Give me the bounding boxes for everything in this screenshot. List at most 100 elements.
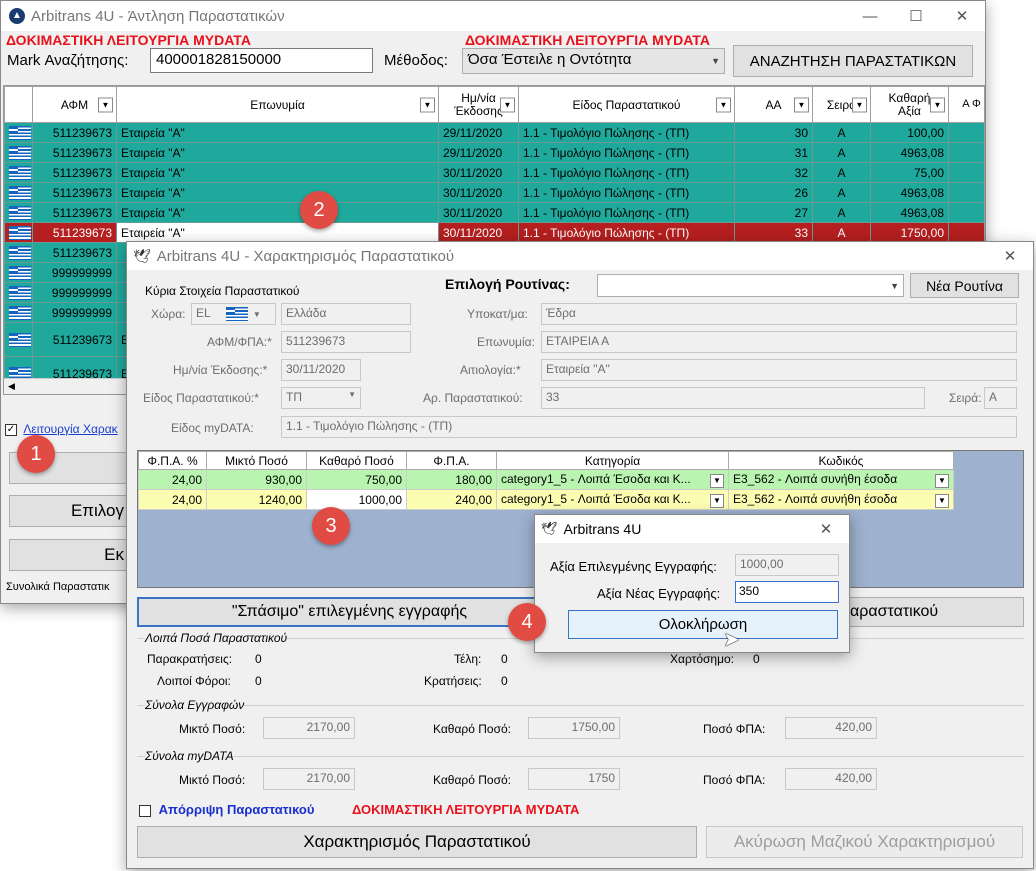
- date-field: 30/11/2020: [281, 359, 361, 381]
- filter-dropdown-icon[interactable]: ▼: [716, 97, 731, 112]
- minimize-button[interactable]: —: [847, 1, 893, 31]
- country-name-field: Ελλάδα: [281, 303, 411, 325]
- col-doc-type[interactable]: Είδος Παραστατικού ▼: [518, 86, 735, 123]
- chevron-down-icon[interactable]: ▼: [935, 473, 949, 488]
- main-titlebar: ▲ Arbitrans 4U - Άντληση Παραστατικών — …: [1, 1, 985, 31]
- grid-header-row: ΑΦΜ ▼ Επωνυμία ▼ Ημ/νία Έκδοσης ▼ Είδος Παρ…: [4, 86, 984, 123]
- col-afm[interactable]: ΑΦΜ ▼: [32, 86, 117, 123]
- method-select[interactable]: Όσα Έστειλε η Οντότητα ▼: [462, 48, 725, 74]
- step-badge-3: 3: [312, 507, 350, 545]
- entries-totals-title: Σύνολα Εγγραφών: [145, 698, 245, 712]
- func-link[interactable]: Λειτουργία Χαρακ: [23, 422, 117, 436]
- chevron-down-icon: ▼: [711, 56, 720, 66]
- line-item-row[interactable]: 24,00 930,00 750,00 180,00 category1_5 -…: [138, 469, 954, 490]
- popup-close-button[interactable]: ✕: [803, 515, 849, 543]
- col-net: Καθαρό Ποσό: [306, 451, 407, 470]
- mydata-type-field: 1.1 - Τιμολόγιο Πώλησης - (ΤΠ): [281, 416, 1017, 438]
- mark-label: Mark Αναζήτησης:: [7, 52, 129, 69]
- complete-button[interactable]: Ολοκλήρωση: [568, 610, 838, 639]
- grid-corner: [4, 86, 33, 123]
- doc-no-field: 33: [541, 387, 925, 409]
- entries-net-field: 1750,00: [528, 717, 620, 739]
- filter-dropdown-icon[interactable]: ▼: [852, 97, 867, 112]
- routine-select[interactable]: ▼: [597, 274, 904, 297]
- greece-flag-icon: [9, 185, 31, 200]
- mydata-gross-field: 2170,00: [263, 768, 355, 790]
- new-value-input[interactable]: 350: [735, 581, 839, 603]
- main-ek-button[interactable]: Εκ: [9, 539, 129, 571]
- line-item-row-selected[interactable]: 24,00 1240,00 1000,00 240,00 category1_5…: [138, 489, 954, 510]
- characterize-button[interactable]: Χαρακτηρισμός Παραστατικού: [137, 826, 697, 858]
- dialog-titlebar: 🕊 Arbitrans 4U - Χαρακτηρισμός Παραστατι…: [127, 242, 1033, 270]
- mark-search-input[interactable]: 400001828150000: [150, 48, 373, 73]
- col-category: Κατηγορία: [496, 451, 729, 470]
- chevron-down-icon[interactable]: ▼: [710, 493, 724, 508]
- arbitrans-bird-icon: 🕊: [133, 247, 151, 264]
- greece-flag-icon: [225, 306, 248, 321]
- new-routine-button[interactable]: Νέα Ρουτίνα: [910, 273, 1019, 298]
- table-row[interactable]: 511239673 Εταιρεία "Α" 30/11/2020 1.1 - Τιμ…: [4, 202, 984, 223]
- main-select-button[interactable]: Επιλογ: [9, 495, 129, 527]
- col-extra[interactable]: Α Φ: [948, 86, 984, 123]
- table-row[interactable]: 511239673 Εταιρεία "Α" 29/11/2020 1.1 - Τιμ…: [4, 122, 984, 143]
- cancel-bulk-button[interactable]: Ακύρωση Μαζικού Χαρακτηρισμού: [706, 826, 1023, 858]
- col-name[interactable]: Επωνυμία ▼: [116, 86, 439, 123]
- other-taxes-label: Λοιποί Φόροι:: [157, 674, 231, 688]
- close-button[interactable]: ✕: [939, 1, 985, 31]
- split-entry-button[interactable]: "Σπάσιμο" επιλεγμένης εγγραφής: [137, 597, 562, 627]
- filter-dropdown-icon[interactable]: ▼: [98, 97, 113, 112]
- selected-value-field: 1000,00: [735, 554, 839, 576]
- step-badge-1: 1: [17, 435, 55, 473]
- chevron-down-icon[interactable]: ▼: [935, 493, 949, 508]
- dialog-close-button[interactable]: ✕: [987, 242, 1033, 270]
- chevron-down-icon[interactable]: ▼: [710, 473, 724, 488]
- mouse-cursor-icon: ➤: [723, 629, 740, 651]
- main-details-title: Κύρια Στοιχεία Παραστατικού: [145, 284, 300, 298]
- greece-flag-icon: [9, 285, 31, 300]
- test-banner-right: ΔΟΚΙΜΑΣΤΙΚΗ ΛΕΙΤΟΥΡΓΙΑ MYDATA: [465, 32, 710, 48]
- table-row[interactable]: 511239673 Εταιρεία "Α" 30/11/2020 1.1 - Τιμ…: [4, 182, 984, 203]
- col-gross: Μικτό Ποσό: [206, 451, 307, 470]
- col-net[interactable]: Καθαρή Αξία ▼: [870, 86, 949, 123]
- greece-flag-icon: [9, 332, 31, 347]
- category-cell[interactable]: category1_5 - Λοιπά Έσοδα και Κ... ▼: [496, 469, 729, 490]
- maximize-button[interactable]: ☐: [893, 1, 939, 31]
- company-name-label: Επωνυμία:: [477, 335, 535, 349]
- filter-dropdown-icon[interactable]: ▼: [794, 97, 809, 112]
- filter-dropdown-icon[interactable]: ▼: [420, 97, 435, 112]
- col-date[interactable]: Ημ/νία Έκδοσης ▼: [438, 86, 519, 123]
- category-cell[interactable]: category1_5 - Λοιπά Έσοδα και Κ... ▼: [496, 489, 729, 510]
- greece-flag-icon: [9, 205, 31, 220]
- code-cell[interactable]: E3_562 - Λοιπά συνήθη έσοδα ▼: [728, 489, 954, 510]
- stamp-value: 0: [753, 652, 760, 666]
- code-cell[interactable]: E3_562 - Λοιπά συνήθη έσοδα ▼: [728, 469, 954, 490]
- document-action-button[interactable]: αραστατικού: [849, 597, 1024, 627]
- mydata-type-label: Είδος myDATA:: [171, 421, 254, 435]
- entries-net-label: Καθαρό Ποσό:: [433, 722, 511, 736]
- mydata-net-field: 1750: [528, 768, 620, 790]
- split-popup: 🕊 Arbitrans 4U ✕ Αξία Επιλεγμένης Εγγραφ…: [534, 514, 850, 653]
- func-checkbox[interactable]: ✓: [5, 423, 17, 436]
- stamp-label: Χαρτόσημο:: [670, 652, 735, 666]
- reject-label: Απόρριψη Παραστατικού: [158, 802, 315, 817]
- col-aa[interactable]: ΑΑ ▼: [734, 86, 813, 123]
- reject-checkbox-row[interactable]: Απόρριψη Παραστατικού: [139, 802, 314, 817]
- search-documents-button[interactable]: ΑΝΑΖΗΤΗΣΗ ΠΑΡΑΣΤΑΤΙΚΩΝ: [733, 45, 973, 77]
- greece-flag-icon: [9, 125, 31, 140]
- doc-type-select[interactable]: ΤΠ ▼: [281, 387, 361, 409]
- mydata-gross-label: Μικτό Ποσό:: [179, 773, 246, 787]
- selected-value-label: Αξία Επιλεγμένης Εγγραφής:: [550, 559, 717, 574]
- fees-label: Τέλη:: [454, 652, 482, 666]
- table-row-selected[interactable]: 511239673 Εταιρεία "Α" 30/11/2020 1.1 - Τιμ…: [4, 222, 984, 243]
- table-row[interactable]: 511239673 Εταιρεία "Α" 29/11/2020 1.1 - Τιμ…: [4, 142, 984, 163]
- filter-dropdown-icon[interactable]: ▼: [930, 97, 945, 112]
- country-code-select[interactable]: EL ▼: [191, 303, 276, 325]
- filter-dropdown-icon[interactable]: ▼: [500, 97, 515, 112]
- table-row[interactable]: 511239673 Εταιρεία "Α" 30/11/2020 1.1 - Τιμ…: [4, 162, 984, 183]
- afm-label: ΑΦΜ/ΦΠΑ:*: [207, 335, 272, 349]
- col-series[interactable]: Σειρά ▼: [812, 86, 871, 123]
- reject-checkbox[interactable]: [139, 804, 151, 817]
- entries-vat-label: Ποσό ΦΠΑ:: [703, 722, 766, 736]
- func-checkbox-row[interactable]: ✓ Λειτουργία Χαρακ: [5, 422, 118, 436]
- col-vat-pct: Φ.Π.Α. %: [138, 451, 207, 470]
